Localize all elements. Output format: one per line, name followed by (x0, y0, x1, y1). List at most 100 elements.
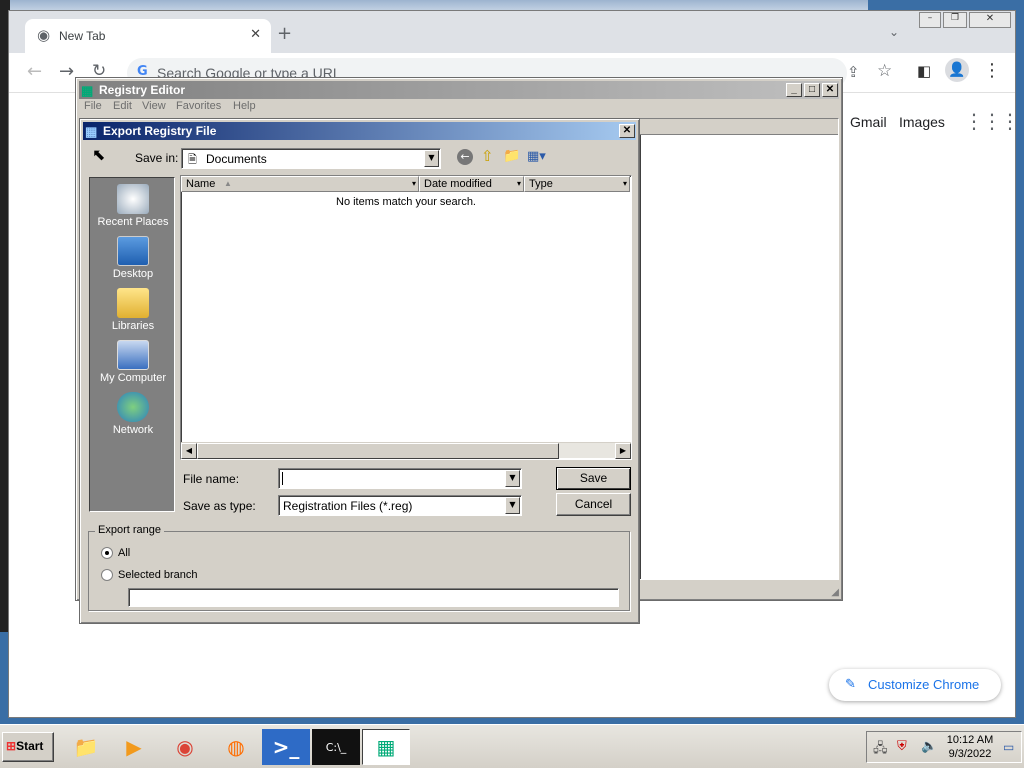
start-button[interactable]: ⊞Start (2, 732, 54, 762)
show-desktop-icon[interactable]: ▭ (1003, 740, 1014, 754)
close-icon[interactable]: ✕ (619, 124, 635, 138)
text-caret (282, 472, 283, 485)
mouse-cursor-icon: ⬉ (92, 145, 106, 164)
radio-selected-branch[interactable] (101, 569, 113, 581)
save-as-type-label: Save as type: (183, 499, 256, 513)
libraries-icon (117, 288, 149, 318)
powershell-taskbar-icon[interactable]: >_ (262, 729, 310, 765)
pencil-icon: ✎ (845, 676, 856, 691)
place-label: Recent Places (97, 216, 169, 228)
close-tab-icon[interactable]: ✕ (250, 27, 261, 42)
bookmark-star-icon[interactable]: ☆ (877, 61, 892, 81)
maximize-icon[interactable]: □ (804, 83, 820, 97)
apps-grid-icon[interactable]: ⋮⋮⋮ (964, 109, 1020, 133)
network-icon (117, 392, 149, 422)
radio-selected-dot (105, 551, 109, 555)
up-folder-icon[interactable]: ⇧ (481, 147, 494, 165)
menu-edit[interactable]: Edit (113, 100, 132, 112)
view-menu-icon[interactable]: ▦▾ (527, 149, 546, 164)
sort-ascending-icon: ▲ (224, 179, 232, 188)
export-dialog-titlebar[interactable]: ▦ Export Registry File ✕ (83, 122, 636, 140)
cancel-button[interactable]: Cancel (556, 493, 631, 516)
cmd-taskbar-icon[interactable]: C:\_ (312, 729, 360, 765)
menu-kebab-icon[interactable]: ⋮ (983, 60, 1001, 81)
export-registry-dialog: ▦ Export Registry File ✕ ⬉ Save in: 🗎 Do… (79, 118, 640, 624)
windows-logo-icon: ⊞ (6, 739, 17, 753)
export-range-label: Export range (95, 524, 164, 536)
volume-tray-icon[interactable]: 🔈 (921, 739, 937, 754)
radio-all[interactable] (101, 547, 113, 559)
registry-editor-titlebar[interactable]: ▦ Registry Editor _ □ ✕ (79, 81, 839, 99)
resize-grip-icon[interactable]: ◢ (831, 587, 839, 598)
save-as-type-dropdown[interactable]: Registration Files (*.reg) ▼ (278, 495, 522, 516)
side-panel-icon[interactable]: ◧ (917, 62, 931, 80)
file-list[interactable]: Name ▲ ▾ Date modified ▾ Type ▾ No items… (180, 175, 632, 460)
chrome-tab-bar: ◉ New Tab ✕ + ⌄ – ❐ ✕ (9, 11, 1015, 53)
close-window-icon[interactable]: ✕ (969, 12, 1011, 28)
radio-all-label[interactable]: All (118, 547, 130, 559)
radio-selected-branch-label[interactable]: Selected branch (118, 569, 198, 581)
new-tab-icon[interactable]: + (277, 23, 292, 44)
column-date-modified[interactable]: Date modified ▾ (419, 176, 524, 192)
empty-message: No items match your search. (336, 196, 476, 208)
save-in-dropdown[interactable]: 🗎 Documents ▼ (181, 148, 441, 169)
chevron-down-icon[interactable]: ▾ (412, 177, 416, 191)
desktop-icon (117, 236, 149, 266)
media-player-taskbar-icon[interactable]: ▶ (110, 729, 158, 765)
explorer-taskbar-icon[interactable]: 📁 (62, 729, 110, 765)
scroll-right-icon[interactable]: ▶ (615, 443, 631, 459)
save-button[interactable]: Save (556, 467, 631, 490)
chevron-down-icon[interactable]: ▼ (505, 470, 520, 487)
places-bar: Recent Places Desktop Libraries My Compu… (89, 177, 175, 512)
clock-date[interactable]: 9/3/2022 (945, 748, 995, 760)
new-folder-icon[interactable]: 📁 (503, 148, 520, 164)
back-icon[interactable]: ← (457, 149, 473, 165)
place-my-computer[interactable]: My Computer (90, 340, 176, 384)
chrome-tab-new-tab[interactable]: ◉ New Tab ✕ (25, 19, 271, 53)
values-pane[interactable] (639, 118, 839, 580)
back-icon[interactable]: ← (27, 61, 42, 82)
chrome-logo-icon: ◉ (37, 26, 51, 44)
minimize-icon[interactable]: _ (786, 83, 802, 97)
file-name-input[interactable]: ▼ (278, 468, 522, 489)
menu-file[interactable]: File (84, 100, 102, 112)
column-type[interactable]: Type ▾ (524, 176, 630, 192)
chevron-down-icon[interactable]: ▼ (505, 497, 520, 514)
export-range-group: Export range All Selected branch (88, 524, 630, 611)
horizontal-scrollbar[interactable]: ◀ ▶ (181, 442, 631, 459)
minimize-icon[interactable]: – (919, 12, 941, 28)
images-link[interactable]: Images (899, 114, 945, 130)
network-tray-icon[interactable]: 🖧 (873, 739, 888, 761)
gmail-link[interactable]: Gmail (850, 114, 887, 130)
firefox-taskbar-icon[interactable]: ◍ (212, 729, 260, 765)
file-name-label: File name: (183, 472, 240, 486)
registry-file-icon: ▦ (85, 124, 98, 139)
menu-view[interactable]: View (142, 100, 166, 112)
share-icon[interactable]: ⇪ (847, 63, 860, 81)
menu-help[interactable]: Help (233, 100, 256, 112)
close-icon[interactable]: ✕ (822, 83, 838, 97)
forward-icon[interactable]: → (59, 61, 74, 82)
scroll-left-icon[interactable]: ◀ (181, 443, 197, 459)
column-name[interactable]: Name ▲ ▾ (181, 176, 419, 192)
tab-search-chevron-icon[interactable]: ⌄ (889, 25, 899, 39)
chrome-taskbar-icon[interactable]: ◉ (161, 729, 209, 765)
chevron-down-icon[interactable]: ▼ (424, 150, 439, 167)
place-desktop[interactable]: Desktop (90, 236, 176, 280)
selected-branch-input[interactable] (128, 588, 619, 607)
place-label: Desktop (112, 268, 154, 280)
regedit-taskbar-icon[interactable]: ▦ (362, 729, 410, 765)
save-in-label: Save in: (135, 151, 179, 165)
place-network[interactable]: Network (90, 392, 176, 436)
restore-icon[interactable]: ❐ (943, 12, 967, 28)
customize-chrome-button[interactable]: ✎ Customize Chrome (829, 669, 1001, 701)
profile-avatar-icon[interactable]: 👤 (945, 58, 969, 82)
chevron-down-icon[interactable]: ▾ (517, 177, 521, 191)
menu-favorites[interactable]: Favorites (176, 100, 221, 112)
security-tray-icon[interactable]: ⛨ (897, 739, 907, 754)
clock-time[interactable]: 10:12 AM (945, 734, 995, 746)
scrollbar-thumb[interactable] (197, 443, 559, 459)
place-recent-places[interactable]: Recent Places (90, 184, 176, 228)
chevron-down-icon[interactable]: ▾ (623, 177, 627, 191)
place-libraries[interactable]: Libraries (90, 288, 176, 332)
